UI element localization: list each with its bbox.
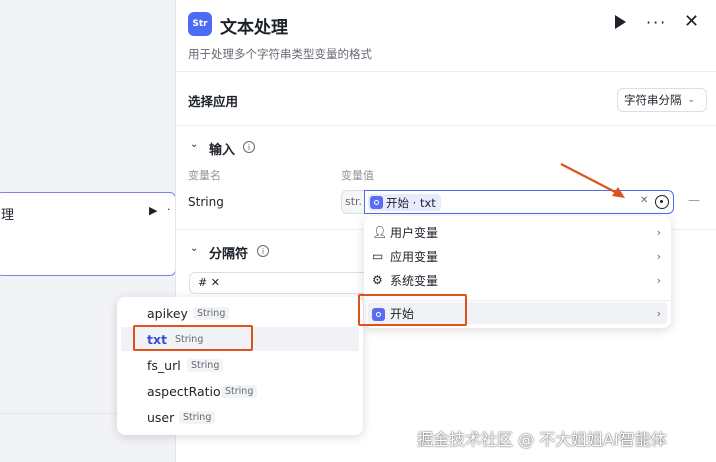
chevron-right-icon: › [656,273,661,287]
menu-item-app-variables[interactable]: ▭ 应用变量 › [364,244,671,268]
type-badge: String [193,306,230,320]
separator-tag-label: # [198,276,208,289]
variable-picker-icon[interactable] [655,195,669,209]
column-header-value: 变量值 [341,169,374,182]
close-icon[interactable]: ✕ [211,276,220,289]
select-app-label: 选择应用 [188,94,239,109]
panel-header: Str 文本处理 用于处理多个字符串类型变量的格式 ··· ✕ [176,0,716,72]
menu-item-label: 用户变量 [390,225,439,240]
list-item[interactable]: apikey String [117,301,363,325]
play-icon[interactable]: ▶ [149,204,157,217]
chevron-right-icon: › [656,306,661,320]
menu-item-label: 系统变量 [390,273,439,288]
run-icon[interactable] [613,14,627,30]
start-node-icon [370,196,383,209]
string-app-icon: Str [188,12,212,36]
canvas-node-title: 理 [1,208,15,223]
page-title: 文本处理 [220,18,288,38]
canvas-node[interactable]: 理 ▶ · [0,192,176,276]
chevron-down-icon: ⌄ [687,95,696,105]
separator-tag[interactable]: # ✕ [198,276,220,289]
chevron-right-icon: › [656,225,661,239]
collapse-separator-icon[interactable]: ⌄ [190,243,198,254]
user-icon: 👤︎ [372,225,388,239]
type-prefix: str. [341,190,365,214]
info-icon[interactable]: i [257,245,269,257]
column-header-name: 变量名 [188,169,221,182]
gear-icon: ⚙ [372,273,383,287]
type-badge: String [187,358,224,372]
variable-chip[interactable]: 开始 · txt [368,194,441,211]
folder-icon: ▭ [372,249,384,263]
clear-icon[interactable]: ✕ [640,195,648,206]
select-app-section: 选择应用 字符串分隔 ⌄ [176,72,716,126]
menu-item-label: 应用变量 [390,249,439,264]
page-subtitle: 用于处理多个字符串类型变量的格式 [188,47,372,61]
remove-row-icon[interactable]: — [688,193,700,207]
list-item[interactable]: aspectRatio String [117,379,363,403]
separator-input[interactable]: # ✕ [189,272,369,294]
annotation-box-start [358,294,467,326]
variable-chip-label: 开始 · txt [386,195,436,210]
menu-item-system-variables[interactable]: ⚙ 系统变量 › [364,268,671,292]
close-icon[interactable]: ✕ [684,11,699,32]
annotation-arrow-icon [560,163,625,198]
chevron-right-icon: › [656,249,661,263]
annotation-box-txt [133,325,253,351]
variable-item-name: aspectRatio [147,383,221,399]
type-badge: String [179,410,216,424]
more-icon[interactable]: ··· [646,13,667,32]
info-icon[interactable]: i [243,141,255,153]
variable-item-name: fs_url [147,357,181,373]
input-section-title: 输入 [209,143,236,158]
app-select[interactable]: 字符串分隔 ⌄ [617,88,707,112]
more-icon[interactable]: · [167,203,171,216]
separator-section-title: 分隔符 [209,247,249,262]
app-select-value: 字符串分隔 [624,93,682,107]
variable-item-name: user [147,409,175,425]
menu-item-user-variables[interactable]: 👤︎ 用户变量 › [364,220,671,244]
variable-name: String [188,195,224,209]
list-item[interactable]: user String [117,405,363,429]
start-variables-submenu: apikey String txt String fs_url String a… [117,297,363,435]
type-badge: String [221,384,258,398]
collapse-input-icon[interactable]: ⌄ [190,139,198,150]
variable-item-name: apikey [147,305,188,321]
watermark: 掘金技术社区 @ 不大姐姐AI智能体 [417,430,667,449]
list-item[interactable]: fs_url String [117,353,363,377]
